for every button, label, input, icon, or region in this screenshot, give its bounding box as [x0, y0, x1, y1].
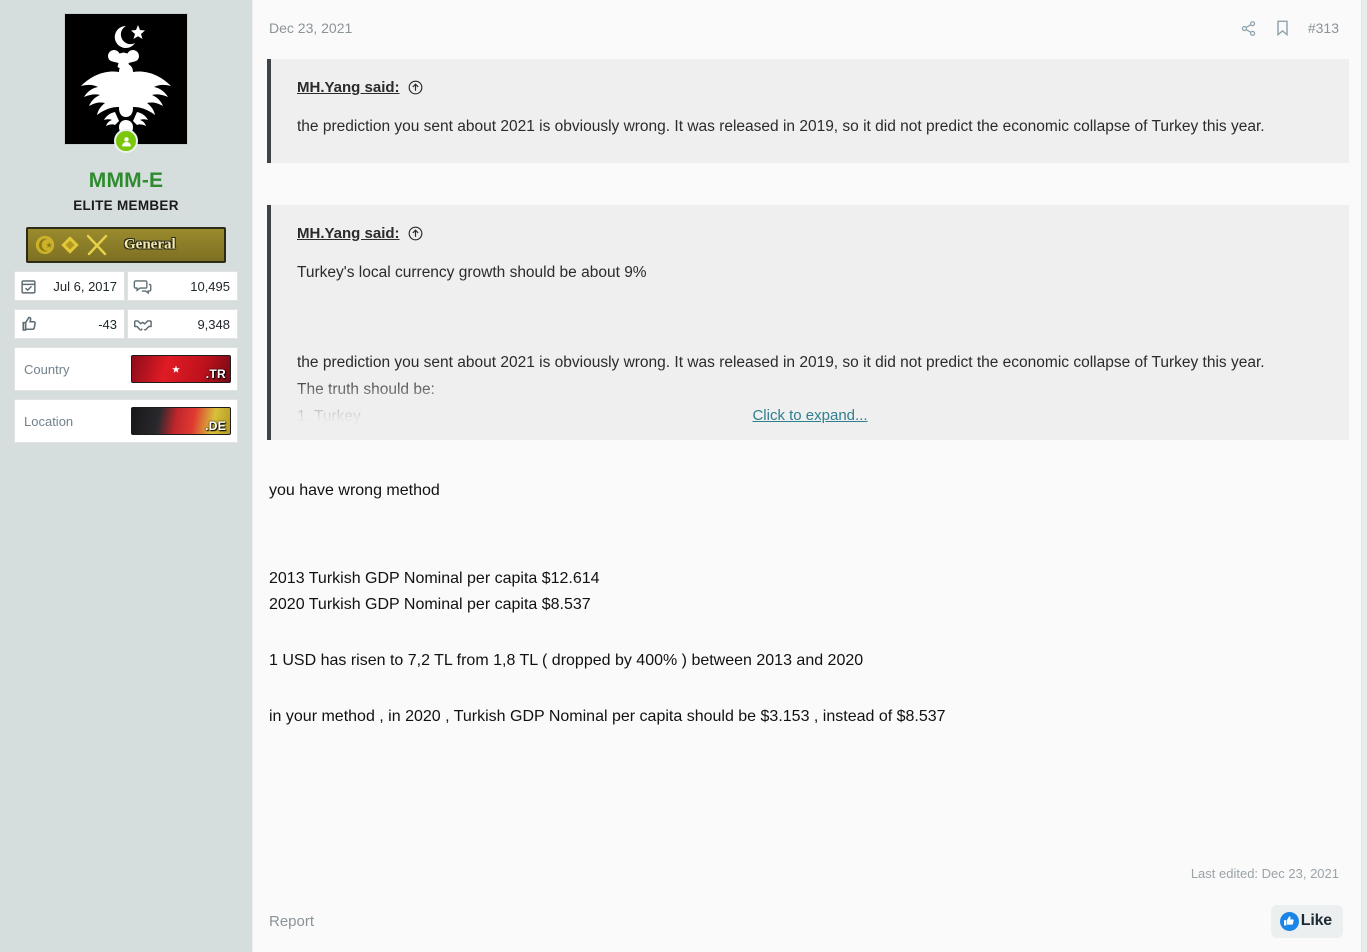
stat-row-2: -43 9,348 — [14, 309, 238, 339]
rank-insignia — [28, 233, 110, 257]
online-status-badge — [114, 129, 138, 153]
body-line-5: in your method , in 2020 , Turkish GDP N… — [269, 707, 946, 725]
body-spacer-1 — [269, 504, 1339, 566]
post-date: Dec 23, 2021 — [269, 20, 353, 36]
click-to-expand-link[interactable]: Click to expand... — [271, 407, 1349, 424]
points-count: 9,348 — [197, 316, 230, 332]
messages-count: 10,495 — [190, 278, 230, 294]
reactions-count: -43 — [98, 316, 117, 332]
user-sidebar: MMM-E ELITE MEMBER General Jul 6, 2017 1… — [0, 0, 252, 952]
circle-up-arrow-icon[interactable] — [408, 226, 423, 241]
user-title: ELITE MEMBER — [73, 198, 179, 213]
post-header-actions: #313 — [1240, 19, 1339, 37]
stat-points: 9,348 — [127, 309, 238, 339]
turkey-flag-icon: .TR — [131, 355, 231, 383]
quote-header-2: MH.Yang said: — [297, 225, 1327, 242]
diamond-icon — [61, 236, 79, 254]
quote-block-1: MH.Yang said: the prediction you sent ab… — [267, 59, 1349, 163]
post-body: you have wrong method 2013 Turkish GDP N… — [253, 440, 1361, 730]
circle-up-arrow-icon[interactable] — [408, 80, 423, 95]
rank-label: General — [124, 236, 176, 253]
germany-flag-icon: .DE — [131, 407, 231, 435]
quote-header-1: MH.Yang said: — [297, 79, 1327, 96]
quote-text-2a: Turkey's local currency growth should be… — [297, 263, 647, 281]
stat-reactions: -43 — [14, 309, 125, 339]
location-label: Location — [24, 413, 74, 429]
rank-banner: General — [26, 227, 226, 263]
info-country: Country .TR — [14, 347, 238, 391]
thumbs-up-icon — [20, 315, 38, 333]
crescent-star-glyph — [161, 362, 180, 376]
quote-spacer — [297, 286, 1327, 332]
country-code: .TR — [205, 367, 226, 381]
location-code: .DE — [205, 419, 226, 433]
body-line-2: 2013 Turkish GDP Nominal per capita $12.… — [269, 570, 600, 588]
quote-text-1: the prediction you sent about 2021 is ob… — [297, 118, 1265, 135]
handshake-icon — [133, 315, 153, 333]
avatar-image[interactable] — [64, 13, 188, 145]
like-button[interactable]: Like — [1270, 904, 1343, 938]
quote-block-2: MH.Yang said: Turkey's local currency gr… — [267, 204, 1349, 441]
quote-author-link[interactable]: MH.Yang said: — [297, 79, 400, 96]
right-edge-rail — [1361, 0, 1367, 952]
country-label: Country — [24, 361, 70, 377]
quote-text-2b: the prediction you sent about 2021 is ob… — [297, 354, 1265, 372]
double-headed-eagle-emblem-icon — [81, 25, 171, 138]
body-line-4: 1 USD has risen to 7,2 TL from 1,8 TL ( … — [269, 652, 864, 669]
post-header: Dec 23, 2021 #313 — [253, 0, 1361, 37]
bookmark-icon[interactable] — [1275, 19, 1290, 37]
stat-messages: 10,495 — [127, 271, 238, 301]
joined-date: Jul 6, 2017 — [53, 278, 117, 294]
body-spacer-3 — [269, 674, 1339, 704]
body-line-1: you have wrong method — [269, 482, 440, 500]
facebook-thumbs-up-icon — [1279, 911, 1299, 931]
username[interactable]: MMM-E — [89, 169, 163, 193]
calendar-icon — [20, 278, 37, 295]
stat-joined: Jul 6, 2017 — [14, 271, 125, 301]
avatar[interactable] — [64, 13, 188, 153]
user-icon — [121, 136, 131, 146]
stat-row-1: Jul 6, 2017 10,495 — [14, 271, 238, 301]
forum-post-page: MMM-E ELITE MEMBER General Jul 6, 2017 1… — [0, 0, 1367, 952]
quote-truncated-line-1: The truth should be: — [297, 380, 435, 398]
post-container: Dec 23, 2021 #313 MH.Yang said: the pred… — [252, 0, 1361, 952]
body-line-3: 2020 Turkish GDP Nominal per capita $8.5… — [269, 596, 591, 614]
crossed-swords-icon — [86, 234, 108, 256]
last-edited-label: Last edited: Dec 23, 2021 — [1190, 866, 1339, 881]
crescent-star-icon — [35, 235, 55, 255]
post-footer: Report Like — [253, 890, 1361, 952]
like-label: Like — [1300, 912, 1332, 929]
quote-author-link[interactable]: MH.Yang said: — [297, 225, 400, 242]
share-icon[interactable] — [1240, 20, 1257, 37]
report-link[interactable]: Report — [269, 913, 314, 930]
info-location: Location .DE — [14, 399, 238, 443]
post-number[interactable]: #313 — [1308, 20, 1339, 36]
body-spacer-2 — [269, 618, 1339, 648]
messages-icon — [133, 278, 152, 295]
